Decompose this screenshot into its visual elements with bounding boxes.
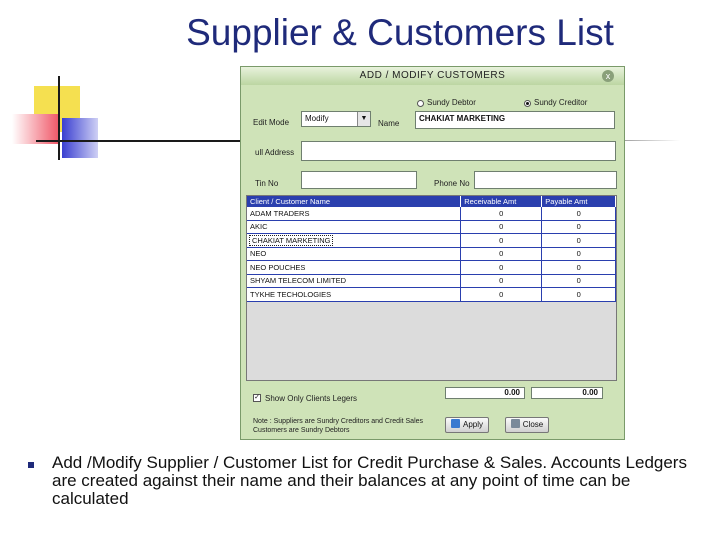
address-label: ull Address: [255, 148, 295, 157]
receivable-cell: 0: [460, 274, 543, 288]
payable-cell: 0: [541, 287, 616, 302]
edit-mode-value: Modify: [305, 114, 329, 123]
apply-icon: [450, 419, 460, 428]
customer-grid: Client / Customer Name Receivable Amt Pa…: [246, 195, 617, 381]
customer-name-cell: NEO POUCHES: [247, 260, 462, 275]
bullet-text: Add /Modify Supplier / Customer List for…: [52, 453, 687, 508]
table-row-selected[interactable]: CHAKIAT MARKETING 0 0: [247, 233, 616, 248]
table-row[interactable]: NEO 0 0: [247, 247, 616, 261]
add-modify-customers-dialog: ADD / MODIFY CUSTOMERS x Sundy Debtor Su…: [240, 66, 625, 440]
customer-name-cell: AKIC: [247, 220, 462, 234]
decor-vertical-line: [58, 76, 60, 160]
payable-cell: 0: [541, 233, 616, 248]
tin-field[interactable]: [301, 171, 417, 189]
chevron-down-icon[interactable]: ▼: [357, 112, 370, 126]
table-row[interactable]: SHYAM TELECOM LIMITED 0 0: [247, 274, 616, 288]
payable-cell: 0: [541, 274, 616, 288]
phone-field[interactable]: [474, 171, 617, 189]
payable-cell: 0: [541, 260, 616, 275]
customer-name-cell: NEO: [247, 247, 462, 261]
close-icon[interactable]: x: [602, 70, 614, 82]
customer-name-cell: ADAM TRADERS: [247, 207, 462, 221]
column-header-payable[interactable]: Payable Amt: [541, 196, 616, 207]
note-text: Note : Suppliers are Sundry Creditors an…: [253, 418, 424, 434]
decor-fade-line: [620, 140, 680, 141]
phone-label: Phone No: [434, 179, 470, 188]
total-payable: 0.00: [531, 387, 603, 399]
sundry-creditor-label: Sundy Creditor: [534, 98, 588, 107]
name-field[interactable]: CHAKIAT MARKETING: [415, 111, 615, 129]
total-receivable: 0.00: [445, 387, 525, 399]
receivable-cell: 0: [460, 260, 543, 275]
column-header-name[interactable]: Client / Customer Name: [247, 196, 462, 207]
payable-cell: 0: [541, 220, 616, 234]
slide-title: Supplier & Customers List: [186, 12, 614, 53]
sundry-creditor-radio[interactable]: [524, 100, 531, 107]
receivable-cell: 0: [460, 220, 543, 234]
column-header-receivable[interactable]: Receivable Amt: [460, 196, 543, 207]
receivable-cell: 0: [460, 233, 543, 248]
customer-name-cell-selected: CHAKIAT MARKETING: [247, 233, 462, 248]
bullet-icon: [28, 462, 34, 468]
sundry-debtor-label: Sundy Debtor: [427, 98, 476, 107]
table-row[interactable]: AKIC 0 0: [247, 220, 616, 234]
show-only-clients-checkbox[interactable]: ✓: [253, 394, 261, 402]
apply-button[interactable]: Apply: [445, 417, 489, 433]
payable-cell: 0: [541, 207, 616, 221]
decor-horizontal-line: [36, 140, 241, 142]
receivable-cell: 0: [460, 207, 543, 221]
dialog-title: ADD / MODIFY CUSTOMERS: [241, 67, 624, 85]
address-field[interactable]: [301, 141, 616, 161]
close-button-icon: [510, 419, 520, 428]
decor-blue-square: [62, 118, 98, 158]
name-label: Name: [378, 119, 400, 128]
customer-name-cell: SHYAM TELECOM LIMITED: [247, 274, 462, 288]
close-label: Close: [522, 420, 544, 429]
table-row[interactable]: NEO POUCHES 0 0: [247, 260, 616, 275]
close-button[interactable]: Close: [505, 417, 549, 433]
apply-label: Apply: [462, 420, 483, 429]
customer-name-cell: TYKHE TECHOLOGIES: [247, 287, 462, 302]
payable-cell: 0: [541, 247, 616, 261]
grid-header-row: Client / Customer Name Receivable Amt Pa…: [247, 196, 616, 207]
edit-mode-label: Edit Mode: [253, 118, 290, 127]
show-only-clients-label: Show Only Clients Legers: [265, 394, 358, 403]
selected-customer-name: CHAKIAT MARKETING: [248, 234, 334, 246]
table-row[interactable]: TYKHE TECHOLOGIES 0 0: [247, 287, 616, 302]
receivable-cell: 0: [460, 287, 543, 302]
table-row[interactable]: ADAM TRADERS 0 0: [247, 207, 616, 221]
tin-label: Tin No: [255, 179, 279, 188]
receivable-cell: 0: [460, 247, 543, 261]
edit-mode-select[interactable]: Modify ▼: [301, 111, 371, 127]
sundry-debtor-radio[interactable]: [417, 100, 424, 107]
